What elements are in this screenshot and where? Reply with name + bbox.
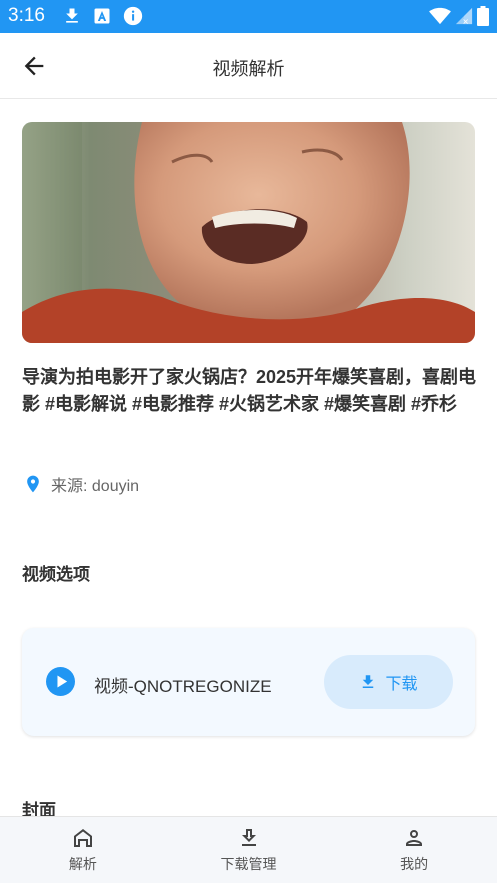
info-icon <box>123 6 143 26</box>
wifi-icon <box>429 7 451 25</box>
status-time: 3:16 <box>8 5 45 26</box>
nav-label: 我的 <box>400 856 429 872</box>
svg-text:×: × <box>462 16 469 25</box>
download-icon <box>66 8 78 23</box>
video-thumbnail[interactable] <box>22 122 475 343</box>
nav-label: 解析 <box>68 856 97 872</box>
a-badge-icon <box>94 8 110 24</box>
download-icon <box>241 829 256 846</box>
bottom-nav: 解析 下载管理 我的 <box>0 816 497 883</box>
nav-item-parse[interactable]: 解析 <box>0 817 166 883</box>
status-bar: 3:16 × <box>0 0 497 33</box>
options-section-title: 视频选项 <box>22 565 90 584</box>
download-icon <box>363 675 374 688</box>
home-icon <box>73 829 92 847</box>
app-bar: 视频解析 <box>0 33 497 99</box>
location-pin-icon <box>27 475 39 493</box>
source-label: 来源: douyin <box>51 478 140 495</box>
page-title: 视频解析 <box>212 59 285 79</box>
video-source: 来源: douyin <box>23 472 139 496</box>
video-option-card: 视频-QNOTREGONIZE 下载 <box>22 628 475 736</box>
battery-icon <box>477 6 489 26</box>
person-icon <box>406 830 423 846</box>
nav-label: 下载管理 <box>220 856 277 872</box>
status-right: × <box>429 6 489 26</box>
video-title: 导演为拍电影开了家火锅店？2025开年爆笑喜剧，喜剧电影 #电影解说 #电影推荐… <box>22 367 477 414</box>
nav-item-profile[interactable]: 我的 <box>331 817 497 883</box>
signal-icon: × <box>455 7 473 25</box>
option-label: 视频-QNOTREGONIZE <box>94 677 272 696</box>
play-icon[interactable] <box>46 667 75 696</box>
nav-item-downloads[interactable]: 下载管理 <box>166 817 332 883</box>
download-button-label: 下载 <box>385 676 418 693</box>
download-button[interactable]: 下载 <box>324 655 453 709</box>
